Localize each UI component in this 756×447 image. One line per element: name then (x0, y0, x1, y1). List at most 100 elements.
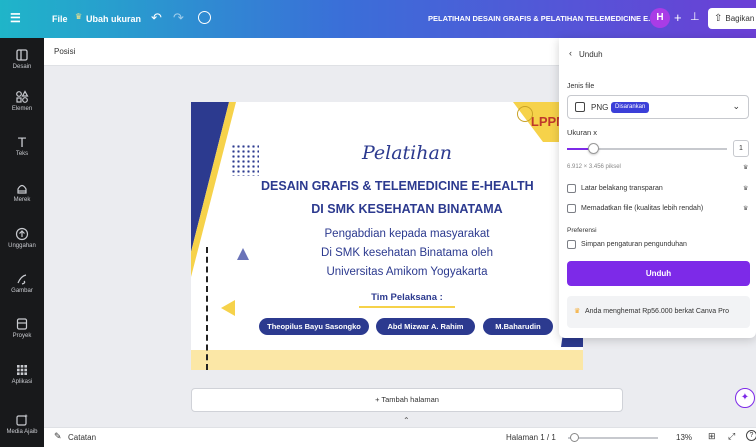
file-menu[interactable]: File (52, 14, 68, 24)
sidebar-item-label: Merek (13, 197, 31, 203)
save-prefs-label: Simpan pengaturan pengunduhan (581, 241, 687, 248)
compress-checkbox[interactable] (567, 204, 576, 213)
file-type-select[interactable]: PNG Disarankan ⌄ (567, 95, 749, 119)
file-type-label: Jenis file (567, 83, 595, 90)
size-input[interactable]: 1 (733, 140, 749, 157)
transparent-label: Latar belakang transparan (581, 185, 663, 192)
download-button[interactable]: Unduh (567, 261, 750, 286)
download-panel: ‹ Unduh Jenis file PNG Disarankan ⌄ Ukur… (559, 38, 756, 338)
chevron-down-icon: ⌄ (732, 101, 740, 111)
crown-icon: ♛ (743, 206, 749, 212)
crown-icon: ♛ (743, 186, 749, 192)
sidebar-item-elemen[interactable]: Elemen (0, 90, 44, 112)
script-title: Pelatihan (361, 142, 453, 164)
layout-icon (16, 49, 28, 61)
sidebar-item-media-ajaib[interactable]: Media Ajaib (0, 413, 44, 435)
recommended-badge: Disarankan (611, 102, 650, 113)
context-toolbar: Posisi (44, 38, 559, 66)
member-pill: M.Baharudin (483, 318, 553, 335)
zoom-slider[interactable] (568, 433, 658, 442)
page-indicator[interactable]: Halaman 1 / 1 (506, 433, 556, 442)
top-bar: ☰ File ♛ Ubah ukuran ↶ ↷ PELATIHAN DESAI… (0, 0, 756, 38)
add-collaborator-icon[interactable]: + (674, 10, 682, 25)
size-label: Ukuran x (567, 128, 598, 137)
document-title[interactable]: PELATIHAN DESAIN GRAFIS & PELATIHAN TELE… (428, 14, 654, 23)
position-button[interactable]: Posisi (54, 47, 75, 56)
zoom-slider-thumb[interactable] (570, 433, 579, 442)
sidebar-item-label: Elemen (11, 106, 33, 112)
sidebar-item-teks[interactable]: T Teks (0, 135, 44, 157)
bottom-band (191, 350, 583, 370)
sidebar-item-label: Media Ajaib (6, 429, 38, 435)
sidebar-item-merek[interactable]: Merek (0, 181, 44, 203)
menu-icon[interactable]: ☰ (10, 11, 21, 25)
brand-icon (17, 184, 27, 194)
sidebar-item-label: Gambar (11, 288, 33, 294)
notes-icon[interactable]: ✎ (54, 431, 62, 442)
sidebar-item-label: Desain (12, 64, 32, 70)
pro-savings-text: Anda menghemat Rp56.000 berkat Canva Pro (585, 308, 729, 315)
pro-savings-box: ♛ Anda menghemat Rp56.000 berkat Canva P… (567, 296, 750, 328)
notes-button[interactable]: Catatan (68, 433, 96, 442)
grid-view-icon[interactable]: ⊞ (708, 431, 716, 442)
undo-icon[interactable]: ↶ (151, 10, 162, 26)
panel-title[interactable]: Unduh (579, 50, 603, 59)
magic-assistant-button[interactable]: ✦ (735, 388, 755, 408)
magic-media-icon (16, 414, 28, 426)
save-prefs-checkbox[interactable] (567, 240, 576, 249)
compress-label: Memadatkan file (kualitas lebih rendah) (581, 205, 704, 212)
analytics-icon[interactable]: ⊥ (690, 10, 700, 23)
subtitle-line2: Di SMK kesehatan Binatama oleh (321, 247, 493, 259)
preferences-label: Preferensi (567, 227, 597, 234)
help-icon[interactable]: ? (746, 430, 756, 441)
file-type-value: PNG (591, 103, 609, 112)
sidebar-item-unggahan[interactable]: Unggahan (0, 227, 44, 249)
apps-grid-icon (17, 365, 27, 375)
logo-ring (517, 106, 533, 122)
resize-button[interactable]: Ubah ukuran (86, 14, 141, 24)
sidebar-item-desain[interactable]: Desain (0, 48, 44, 70)
share-button[interactable]: ⇧ Bagikan (708, 8, 756, 29)
member-pill: Abd Mizwar A. Rahim (376, 318, 475, 335)
chevron-up-icon[interactable]: ⌃ (403, 416, 410, 425)
share-icon: ⇧ (714, 13, 723, 24)
sidebar-item-gambar[interactable]: Gambar (0, 272, 44, 294)
sidebar-item-label: Aplikasi (11, 379, 33, 385)
folder-icon (16, 318, 28, 330)
main-title-line2: DI SMK KESEHATAN BINATAMA (311, 202, 503, 216)
crown-icon: ♛ (743, 165, 749, 171)
team-underline (359, 306, 455, 308)
sidebar-item-label: Proyek (12, 333, 32, 339)
sidebar-item-aplikasi[interactable]: Aplikasi (0, 363, 44, 385)
size-slider-thumb[interactable] (587, 143, 599, 154)
bottom-bar: ✎ Catatan Halaman 1 / 1 13% ⊞ ⤢ ? (44, 427, 756, 447)
shapes-icon (16, 90, 29, 103)
add-page-button[interactable]: + Tambah halaman (191, 388, 623, 412)
left-sidebar: Desain Elemen T Teks Merek Unggahan Gamb… (0, 38, 44, 447)
image-icon (575, 102, 585, 112)
zoom-level[interactable]: 13% (676, 433, 692, 442)
back-chevron-icon[interactable]: ‹ (569, 48, 572, 58)
transparent-checkbox[interactable] (567, 184, 576, 193)
avatar[interactable]: H (650, 8, 670, 28)
member-pill: Theopilus Bayu Sasongko (259, 318, 369, 335)
subtitle-line3: Universitas Amikom Yogyakarta (326, 266, 488, 278)
crown-icon: ♛ (574, 308, 581, 315)
size-slider[interactable] (567, 143, 727, 154)
dimensions-text: 6.912 × 3.456 piksel (567, 164, 621, 170)
sidebar-item-proyek[interactable]: Proyek (0, 317, 44, 339)
redo-icon[interactable]: ↷ (173, 10, 184, 26)
fullscreen-icon[interactable]: ⤢ (728, 431, 735, 442)
sidebar-item-label: Unggahan (8, 243, 36, 249)
main-title-line1: DESAIN GRAFIS & TELEMEDICINE E-HEALTH (261, 179, 534, 193)
draw-icon (17, 274, 27, 285)
team-label: Tim Pelaksana : (371, 292, 443, 303)
crown-icon: ♛ (75, 12, 83, 21)
cloud-sync-icon[interactable] (198, 11, 211, 24)
corner-shape-top-left (191, 102, 236, 277)
sidebar-item-label: Teks (15, 151, 29, 157)
upload-icon (15, 227, 29, 241)
text-icon: T (17, 134, 27, 150)
subtitle-line1: Pengabdian kepada masyarakat (324, 228, 490, 240)
share-label: Bagikan (725, 14, 755, 23)
